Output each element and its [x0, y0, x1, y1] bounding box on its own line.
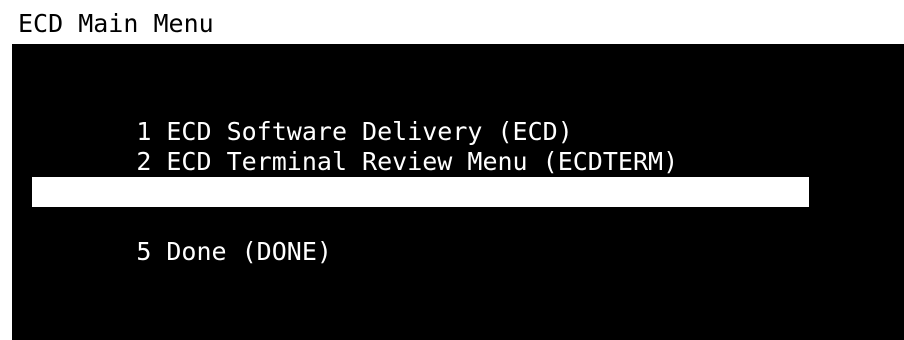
- menu-item-number: 2: [136, 147, 152, 176]
- menu-item-number: 5: [136, 237, 152, 266]
- terminal-screen: ECD Main Menu 1 ECD Software Delivery (EC…: [12, 5, 904, 340]
- menu-item-number: 4: [136, 207, 152, 236]
- menu-item-label: ECD LOG FILES (ECDLOGS): [166, 177, 513, 206]
- menu-item-ecd[interactable]: 1 ECD Software Delivery (ECD): [46, 87, 809, 146]
- menu-item-label: Done (DONE): [166, 237, 332, 266]
- menu-item-number: 3: [136, 177, 152, 206]
- title-bar: ECD Main Menu: [12, 5, 904, 44]
- menu-item-label: ECD Software Delivery (ECD): [166, 117, 573, 146]
- menu-item-label: ECD Terminal Review Menu (ECDTERM): [166, 147, 679, 176]
- menu-item-label: Limited Network Bandwidth (LIMBAND): [166, 207, 694, 236]
- main-menu: 1 ECD Software Delivery (ECD) 2 ECD Termin…: [32, 87, 809, 266]
- menu-item-number: 1: [136, 117, 152, 146]
- window-title: ECD Main Menu: [18, 9, 214, 38]
